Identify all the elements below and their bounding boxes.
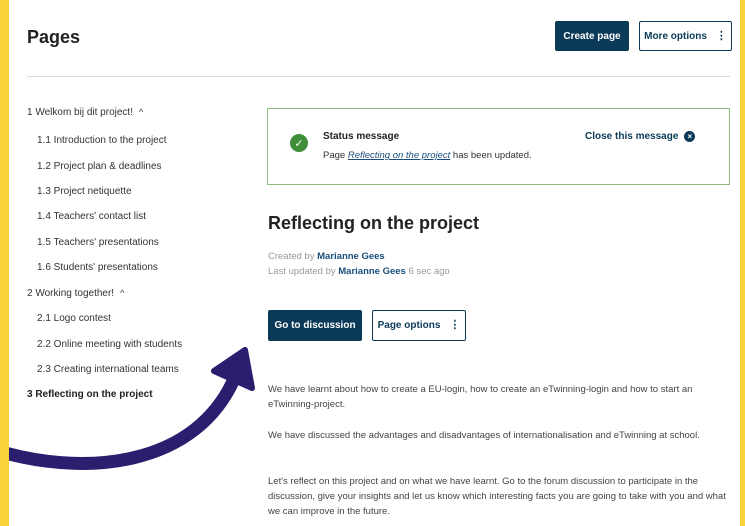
- status-message-box: ✓ Status message Page Reflecting on the …: [267, 108, 730, 185]
- status-text: Page Reflecting on the project has been …: [323, 150, 532, 161]
- article-paragraph: Let's reflect on this project and on wha…: [268, 476, 726, 517]
- article-title: Reflecting on the project: [268, 213, 480, 233]
- status-prefix: Page: [323, 150, 348, 161]
- updated-by-line: Last updated by Marianne Gees 6 sec ago: [268, 266, 450, 277]
- decorative-arrow-icon: [9, 347, 255, 470]
- more-options-button[interactable]: More options ⋮: [639, 21, 732, 51]
- go-to-discussion-button[interactable]: Go to discussion: [268, 310, 362, 341]
- created-by-line: Created by Marianne Gees: [268, 251, 385, 262]
- page-options-label: Page options: [377, 320, 441, 331]
- close-message-button[interactable]: Close this message ×: [585, 131, 696, 142]
- status-title: Status message: [323, 131, 400, 142]
- updated-prefix: Last updated by: [268, 266, 339, 277]
- article-paragraph: We have discussed the advantages and dis…: [268, 430, 700, 441]
- updated-author-link[interactable]: Marianne Gees: [338, 266, 406, 277]
- close-message-label: Close this message: [585, 131, 679, 142]
- go-to-discussion-label: Go to discussion: [274, 320, 356, 331]
- kebab-icon: ⋮: [715, 29, 727, 42]
- more-options-label: More options: [644, 30, 707, 42]
- create-page-button[interactable]: Create page: [555, 21, 629, 51]
- page-frame: Pages Create page More options ⋮ 1 Welko…: [9, 0, 740, 526]
- updated-page-link[interactable]: Reflecting on the project: [348, 150, 450, 161]
- created-author-link[interactable]: Marianne Gees: [317, 251, 385, 262]
- close-icon: ×: [684, 131, 696, 142]
- create-page-label: Create page: [563, 30, 621, 42]
- page-options-button[interactable]: Page options ⋮: [372, 310, 466, 341]
- updated-time: 6 sec ago: [405, 266, 450, 277]
- status-suffix: has been updated.: [450, 150, 532, 161]
- kebab-icon: ⋮: [449, 319, 461, 331]
- created-prefix: Created by: [268, 251, 318, 262]
- article-paragraph: We have learnt about how to create a EU-…: [268, 384, 693, 410]
- check-circle-icon: ✓: [290, 134, 308, 152]
